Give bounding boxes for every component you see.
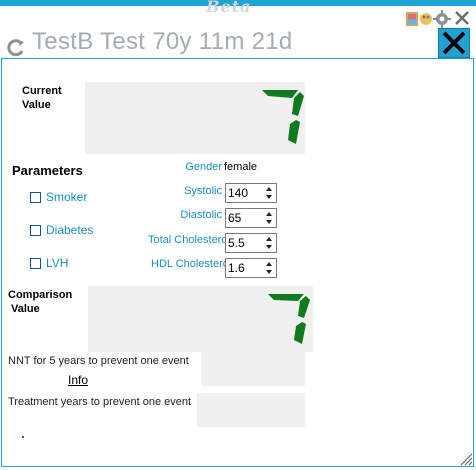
refresh-icon[interactable] [6, 38, 26, 58]
systolic-spin-buttons [264, 185, 275, 201]
title-bar: TestB Test 70y 11m 21d [0, 26, 476, 58]
hdl-cholesterol-down-arrow-icon[interactable] [264, 268, 275, 276]
total-cholesterol-down-arrow-icon[interactable] [264, 243, 275, 251]
close-icon [442, 31, 466, 55]
status-dot [22, 436, 24, 438]
lvh-label: LVH [46, 256, 69, 270]
diastolic-up-arrow-icon[interactable] [264, 210, 275, 218]
resize-grip-icon[interactable] [459, 452, 473, 466]
toolbar-icons [404, 8, 476, 28]
systolic-label: Systolic [184, 185, 222, 197]
gender-label: Gender [185, 161, 222, 173]
current-value-label-line1: Current [22, 85, 62, 97]
diastolic-spin-buttons [264, 210, 275, 226]
total-cholesterol-up-arrow-icon[interactable] [264, 235, 275, 243]
close-button[interactable] [438, 28, 470, 58]
hdl-cholesterol-label: HDL Cholesterol [151, 258, 226, 270]
comparison-value-label-line2: Value [11, 303, 40, 315]
lvh-checkbox[interactable] [30, 257, 41, 269]
diabetes-checkbox[interactable] [30, 224, 41, 236]
total-cholesterol-spinner[interactable]: 5.5 [225, 233, 277, 253]
paint-icon[interactable] [406, 12, 418, 26]
systolic-down-arrow-icon[interactable] [264, 193, 275, 201]
systolic-value[interactable]: 140 [228, 186, 248, 200]
diastolic-spinner[interactable]: 65 [225, 208, 277, 228]
hdl-cholesterol-spin-buttons [264, 260, 275, 276]
diabetes-checkbox-row[interactable]: Diabetes [30, 222, 93, 238]
treatment-years-label: Treatment years to prevent one event [8, 396, 192, 408]
total-cholesterol-value[interactable]: 5.5 [228, 236, 245, 250]
smoker-label: Smoker [46, 190, 88, 204]
nnt-label: NNT for 5 years to prevent one event [8, 355, 189, 367]
systolic-up-arrow-icon[interactable] [264, 185, 275, 193]
window-title: TestB Test 70y 11m 21d [32, 28, 293, 55]
treatment-years-display [197, 393, 305, 427]
close-small-icon[interactable] [455, 11, 469, 25]
comparison-value-label: Comparison Value [8, 288, 72, 316]
hdl-cholesterol-spinner[interactable]: 1.6 [225, 258, 277, 278]
hdl-cholesterol-value[interactable]: 1.6 [228, 261, 245, 275]
comparison-value-digit [268, 294, 310, 344]
palette-icon[interactable] [420, 13, 432, 25]
parameters-title: Parameters [12, 163, 83, 178]
info-link[interactable]: Info [68, 373, 88, 387]
total-cholesterol-label: Total Cholesterol [148, 234, 226, 246]
lvh-checkbox-row[interactable]: LVH [30, 255, 68, 271]
current-value-label-line2: Value [22, 99, 51, 111]
smoker-checkbox[interactable] [30, 191, 41, 203]
current-value-digit [262, 90, 304, 144]
diastolic-value[interactable]: 65 [228, 211, 241, 225]
diastolic-down-arrow-icon[interactable] [264, 218, 275, 226]
beta-watermark: Beta [206, 0, 252, 16]
current-value-label: Current Value [22, 84, 62, 112]
diastolic-label: Diastolic [180, 209, 222, 221]
nnt-display [201, 352, 305, 386]
systolic-spinner[interactable]: 140 [225, 183, 277, 203]
total-cholesterol-spin-buttons [264, 235, 275, 251]
diabetes-label: Diabetes [46, 223, 94, 237]
smoker-checkbox-row[interactable]: Smoker [30, 189, 87, 205]
comparison-value-label-line1: Comparison [8, 289, 73, 301]
gender-value: female [224, 161, 258, 173]
hdl-cholesterol-up-arrow-icon[interactable] [264, 260, 275, 268]
